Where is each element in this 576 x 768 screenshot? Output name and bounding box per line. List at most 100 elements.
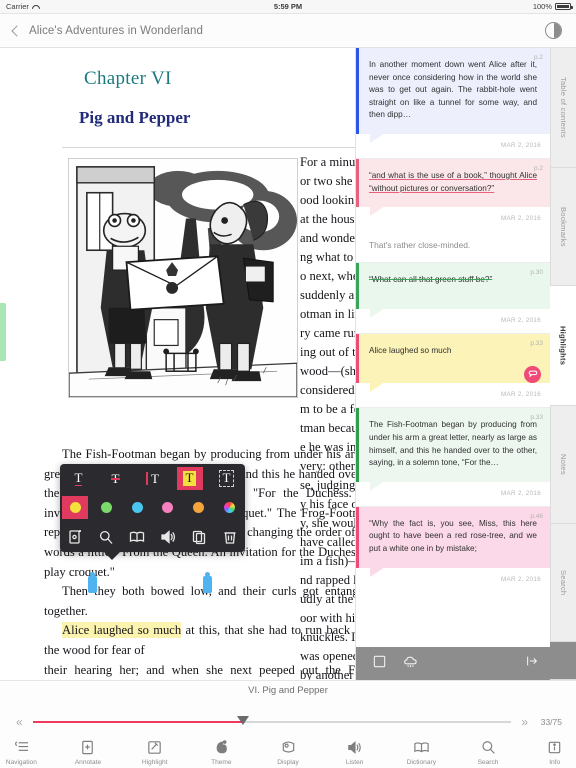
dictionary-icon[interactable] <box>126 527 148 547</box>
search-icon <box>481 741 495 754</box>
box-style-button[interactable]: T <box>214 467 240 490</box>
progress-knob[interactable] <box>237 716 250 725</box>
note-page-number: p.33 <box>530 339 543 347</box>
highlights-sidebar: p.2 In another moment down went Alice af… <box>355 48 550 680</box>
highlight-style-button[interactable]: T <box>176 467 203 491</box>
note-badge-icon[interactable] <box>524 365 541 383</box>
selection-handle-start[interactable] <box>88 572 97 593</box>
tool-label: Highlight <box>141 759 168 766</box>
tool-info[interactable]: Info <box>533 739 576 766</box>
current-chapter-label: VI. Pig and Pepper <box>248 685 328 696</box>
tool-search[interactable]: Search <box>467 739 510 766</box>
note-page-number: p.30 <box>530 269 543 277</box>
list-item[interactable]: p.2 In another moment down went Alice af… <box>356 48 550 159</box>
tool-navigation[interactable]: Navigation <box>0 739 43 766</box>
tool-button-row: Navigation Annotate Highlight Theme Disp… <box>0 739 576 766</box>
list-item[interactable]: p.2 “and what is the use of a book,” tho… <box>356 158 550 264</box>
color-swatch-custom[interactable] <box>217 496 243 519</box>
theme-icon <box>216 740 227 754</box>
navigation-icon <box>14 741 28 751</box>
sidebar-item-search[interactable]: Search <box>550 524 576 642</box>
underline-style-button[interactable]: T <box>66 467 92 490</box>
list-item[interactable]: p.33 The Fish-Footman began by producing… <box>356 408 550 507</box>
tool-listen[interactable]: Listen <box>333 739 376 766</box>
tool-label: Annotate <box>74 759 102 766</box>
annotation-popup: T T T T T <box>60 464 245 560</box>
battery-icon <box>555 3 573 10</box>
annotate-icon <box>82 740 94 755</box>
chapter-number: Chapter VI <box>84 68 172 89</box>
sidebar-item-highlights[interactable]: Highlights <box>550 286 576 406</box>
list-item[interactable]: p.30 “What can all that green stuff be?”… <box>356 263 550 334</box>
color-swatch-orange[interactable] <box>186 496 212 519</box>
tool-label: Navigation <box>5 759 37 766</box>
edge-highlight-marker-green <box>0 303 6 361</box>
copy-icon[interactable] <box>188 527 210 547</box>
annotation-style-row: T T T T T <box>60 464 245 493</box>
select-square-icon[interactable] <box>372 654 387 674</box>
tab-label: Table of contents <box>559 77 568 138</box>
delete-icon[interactable] <box>219 527 241 547</box>
export-icon[interactable] <box>525 654 539 673</box>
body-line-3: their hearing her; and when she next pee… <box>44 662 374 677</box>
back-button[interactable]: Alice's Adventures in Wonderland <box>11 25 203 37</box>
note-text: The Fish-Footman began by producing from… <box>369 420 537 468</box>
note-date: MAR 2, 2016 <box>500 215 541 223</box>
sidebar-mark-style-button[interactable]: T <box>140 467 166 490</box>
chapter-title: Pig and Pepper <box>79 108 191 127</box>
sidebar-item-bookmarks[interactable]: Bookmarks <box>550 168 576 286</box>
status-bar: Carrier 5:59 PM 100% <box>0 0 576 14</box>
sidebar-item-table-of-contents[interactable]: Table of contents <box>550 48 576 168</box>
cloud-sync-icon[interactable] <box>403 654 418 674</box>
strikethrough-style-button[interactable]: T <box>103 467 129 490</box>
list-item[interactable]: p.46 “Why the fact is, you see, Miss, th… <box>356 506 550 592</box>
tool-label: Dictionary <box>406 759 437 766</box>
note-accent-bar <box>356 408 359 482</box>
note-tail <box>370 206 385 217</box>
color-swatch-blue[interactable] <box>124 496 150 519</box>
progress-slider[interactable] <box>32 716 512 725</box>
note-date: MAR 2, 2016 <box>500 141 541 149</box>
sidebar-bottom-bar <box>356 647 550 680</box>
note-accent-bar <box>356 506 359 568</box>
progress-slider-row: « » 33/75 <box>0 713 576 731</box>
color-swatch-yellow[interactable] <box>62 496 89 520</box>
note-page-number: p.2 <box>533 54 543 61</box>
note-page-number: p.46 <box>530 512 543 520</box>
color-swatch-green[interactable] <box>93 496 119 519</box>
color-swatch-pink[interactable] <box>155 496 181 519</box>
tool-label: Theme <box>211 759 232 766</box>
tool-annotate[interactable]: Annotate <box>67 739 110 766</box>
tool-label: Listen <box>345 759 364 766</box>
day-night-mode-icon[interactable] <box>545 22 562 39</box>
sidebar-tab-overflow[interactable] <box>550 642 576 680</box>
notes-list[interactable]: p.2 In another moment down went Alice af… <box>356 48 550 647</box>
progress-fill <box>32 721 244 723</box>
note-date: MAR 2, 2016 <box>500 575 541 583</box>
note-page-number: p.33 <box>530 414 543 422</box>
tool-highlight[interactable]: Highlight <box>133 739 176 766</box>
selection-handle-end[interactable] <box>203 572 212 593</box>
note-tail <box>370 382 385 393</box>
tool-dictionary[interactable]: Dictionary <box>400 739 443 766</box>
highlight-selection[interactable]: Alice laughed so much <box>62 622 182 639</box>
speak-icon[interactable] <box>157 527 179 547</box>
tool-label: Info <box>549 759 561 766</box>
note-accent-bar <box>356 333 359 384</box>
highlight-icon <box>148 741 161 754</box>
sidebar-item-notes[interactable]: Notes <box>550 406 576 524</box>
note-text: “What can all that green stuff be?” <box>369 275 493 285</box>
search-icon[interactable] <box>95 527 117 547</box>
note-tail <box>370 566 385 577</box>
highlighted-line[interactable]: Alice laughed so much at this, that she … <box>44 621 374 660</box>
add-note-icon[interactable] <box>64 527 86 547</box>
note-tail <box>370 480 385 491</box>
tool-theme[interactable]: Theme <box>200 739 243 766</box>
tool-display[interactable]: Display <box>267 739 310 766</box>
chapter-illustration <box>68 158 298 398</box>
double-chevron-left-icon[interactable]: « <box>16 715 23 729</box>
list-item[interactable]: p.33 Alice laughed so much MAR 2, 2016 <box>356 333 550 409</box>
double-chevron-right-icon[interactable]: » <box>521 715 528 729</box>
note-accent-bar <box>356 158 359 208</box>
note-text: “Why the fact is, you see, Miss, this he… <box>369 518 537 553</box>
